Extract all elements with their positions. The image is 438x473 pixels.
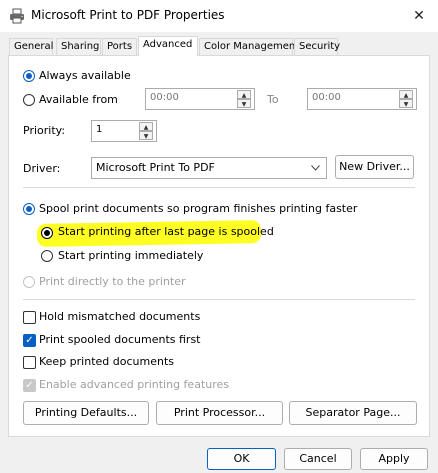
print-spooled-first-label: Print spooled documents first	[39, 333, 201, 346]
spool-radio[interactable]	[23, 203, 35, 215]
driver-select[interactable]: Microsoft Print To PDF	[91, 157, 327, 179]
available-from-label: Available from	[39, 93, 118, 106]
tab-sharing[interactable]: Sharing	[56, 38, 101, 56]
start-immediately-label: Start printing immediately	[58, 249, 204, 262]
tab-strip: General Sharing Ports Advanced Color Man…	[0, 36, 438, 56]
separator	[23, 299, 415, 300]
tab-advanced[interactable]: Advanced	[138, 36, 198, 56]
start-after-last-page-radio[interactable]	[41, 227, 53, 239]
always-available-label: Always available	[39, 69, 131, 82]
start-after-last-page-label: Start printing after last page is spoole…	[58, 225, 274, 238]
hold-mismatched-label: Hold mismatched documents	[39, 310, 201, 323]
tab-security[interactable]: Security	[294, 38, 340, 56]
separator-page-button[interactable]: Separator Page...	[289, 401, 417, 425]
priority-up-button[interactable]: ▲	[139, 122, 153, 131]
advanced-features-checkbox[interactable]: ✓	[23, 379, 36, 392]
printer-icon	[10, 8, 24, 24]
print-spooled-first-checkbox[interactable]: ✓	[23, 334, 36, 347]
from-time-up-button[interactable]: ▲	[237, 90, 251, 99]
new-driver-button[interactable]: New Driver...	[335, 155, 414, 179]
advanced-panel: Always available Available from 00:00 ▲ …	[8, 55, 430, 437]
chevron-down-icon	[311, 165, 320, 171]
spool-label: Spool print documents so program finishe…	[39, 202, 358, 215]
hold-mismatched-checkbox[interactable]	[23, 311, 36, 324]
advanced-features-label: Enable advanced printing features	[39, 378, 230, 391]
window-title: Microsoft Print to PDF Properties	[31, 8, 225, 22]
tab-general[interactable]: General	[9, 38, 53, 56]
title-bar: Microsoft Print to PDF Properties ✕	[0, 0, 438, 32]
keep-printed-label: Keep printed documents	[39, 355, 175, 368]
always-available-radio[interactable]	[23, 70, 35, 82]
tab-color-management[interactable]: Color Management	[199, 38, 299, 56]
print-processor-button[interactable]: Print Processor...	[156, 401, 283, 425]
priority-down-button[interactable]: ▼	[139, 131, 153, 140]
priority-label: Priority:	[23, 124, 66, 137]
to-label: To	[267, 93, 279, 106]
apply-button[interactable]: Apply	[360, 448, 428, 470]
from-time-down-button[interactable]: ▼	[237, 99, 251, 108]
printing-defaults-button[interactable]: Printing Defaults...	[23, 401, 149, 425]
to-time-down-button[interactable]: ▼	[399, 99, 413, 108]
start-immediately-radio[interactable]	[41, 250, 53, 262]
close-button[interactable]: ✕	[400, 0, 438, 32]
separator	[23, 187, 415, 188]
to-time-up-button[interactable]: ▲	[399, 90, 413, 99]
keep-printed-checkbox[interactable]	[23, 356, 36, 369]
driver-label: Driver:	[23, 162, 61, 175]
driver-value: Microsoft Print To PDF	[96, 161, 215, 174]
print-direct-radio[interactable]	[23, 276, 35, 288]
print-direct-label: Print directly to the printer	[39, 275, 186, 288]
ok-button[interactable]: OK	[207, 448, 276, 470]
available-from-radio[interactable]	[23, 94, 35, 106]
close-icon: ✕	[413, 8, 425, 24]
tab-ports[interactable]: Ports	[102, 38, 137, 56]
cancel-button[interactable]: Cancel	[284, 448, 352, 470]
